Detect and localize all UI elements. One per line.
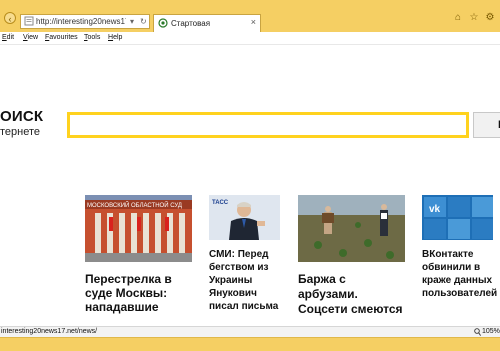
vk-logo-icon: vk <box>429 204 441 215</box>
tab-favicon-icon <box>158 18 168 28</box>
refresh-icon[interactable]: ↻ <box>140 17 147 27</box>
news-card-1[interactable]: МОСКОВСКИЙ ОБЛАСТНОЙ СУД Перестрелка в с… <box>85 195 195 314</box>
status-bar: interesting20news17.net/news/ 105% <box>0 326 500 337</box>
favorites-star-icon[interactable]: ☆ <box>468 12 480 24</box>
logo-subtitle: тернете <box>0 126 41 138</box>
search-box <box>67 112 469 138</box>
status-url: interesting20news17.net/news/ <box>1 328 98 335</box>
menu-tools[interactable]: Tools <box>84 33 100 43</box>
logo-title: ОИСК <box>0 108 44 125</box>
menu-bar: Edit View Favourites Tools Help <box>0 32 500 45</box>
news-title-4[interactable]: ВКонтакте обвинили в краже данных пользо… <box>422 248 500 300</box>
news-title-3[interactable]: Баржа с арбузами. Соцсети смеются <box>298 272 408 317</box>
home-icon[interactable]: ⌂ <box>452 12 464 24</box>
back-button[interactable]: ‹ <box>4 12 16 24</box>
window-bottom-frame <box>0 337 500 351</box>
news-title-2[interactable]: СМИ: Перед бегством из Украины Янукович … <box>209 248 281 313</box>
menu-edit[interactable]: Edit <box>2 33 14 43</box>
news-title-1[interactable]: Перестрелка в суде Москвы: нападавшие <box>85 272 195 314</box>
news-image-1[interactable]: МОСКОВСКИЙ ОБЛАСТНОЙ СУД <box>85 195 192 262</box>
news-image-4[interactable]: vk <box>422 195 493 240</box>
menu-help[interactable]: Help <box>108 33 122 43</box>
tab-title: Стартовая <box>171 19 211 28</box>
news-image-3[interactable] <box>298 195 405 262</box>
tab-start[interactable]: Стартовая × <box>153 14 261 32</box>
zoom-level[interactable]: 105% <box>482 327 500 337</box>
settings-gear-icon[interactable]: ⚙ <box>484 12 496 24</box>
search-button[interactable]: Н <box>473 112 500 138</box>
zoom-icon[interactable] <box>474 328 481 336</box>
news-image-2[interactable]: ТАСС <box>209 195 280 240</box>
menu-favourites[interactable]: Favourites <box>45 33 78 43</box>
court-sign-text: МОСКОВСКИЙ ОБЛАСТНОЙ СУД <box>87 201 182 209</box>
page-icon <box>24 16 34 26</box>
browser-toolbar: ‹ http://interesting20news17.... ▾ ↻ Ста… <box>0 0 500 33</box>
news-card-4[interactable]: vk ВКонтакте обвинили в краже данных пол… <box>422 195 500 300</box>
tass-logo-text: ТАСС <box>212 200 229 206</box>
news-card-3[interactable]: Баржа с арбузами. Соцсети смеются <box>298 195 408 317</box>
tab-close-icon[interactable]: × <box>251 17 256 28</box>
search-input[interactable] <box>70 115 466 135</box>
news-card-2[interactable]: ТАСС СМИ: Перед бегством из Украины Янук… <box>209 195 281 313</box>
address-text: http://interesting20news17.... <box>36 17 126 26</box>
search-dropdown-icon[interactable]: ▾ <box>130 17 134 27</box>
address-bar[interactable]: http://interesting20news17.... ▾ ↻ <box>20 14 150 29</box>
menu-view[interactable]: View <box>23 33 38 43</box>
